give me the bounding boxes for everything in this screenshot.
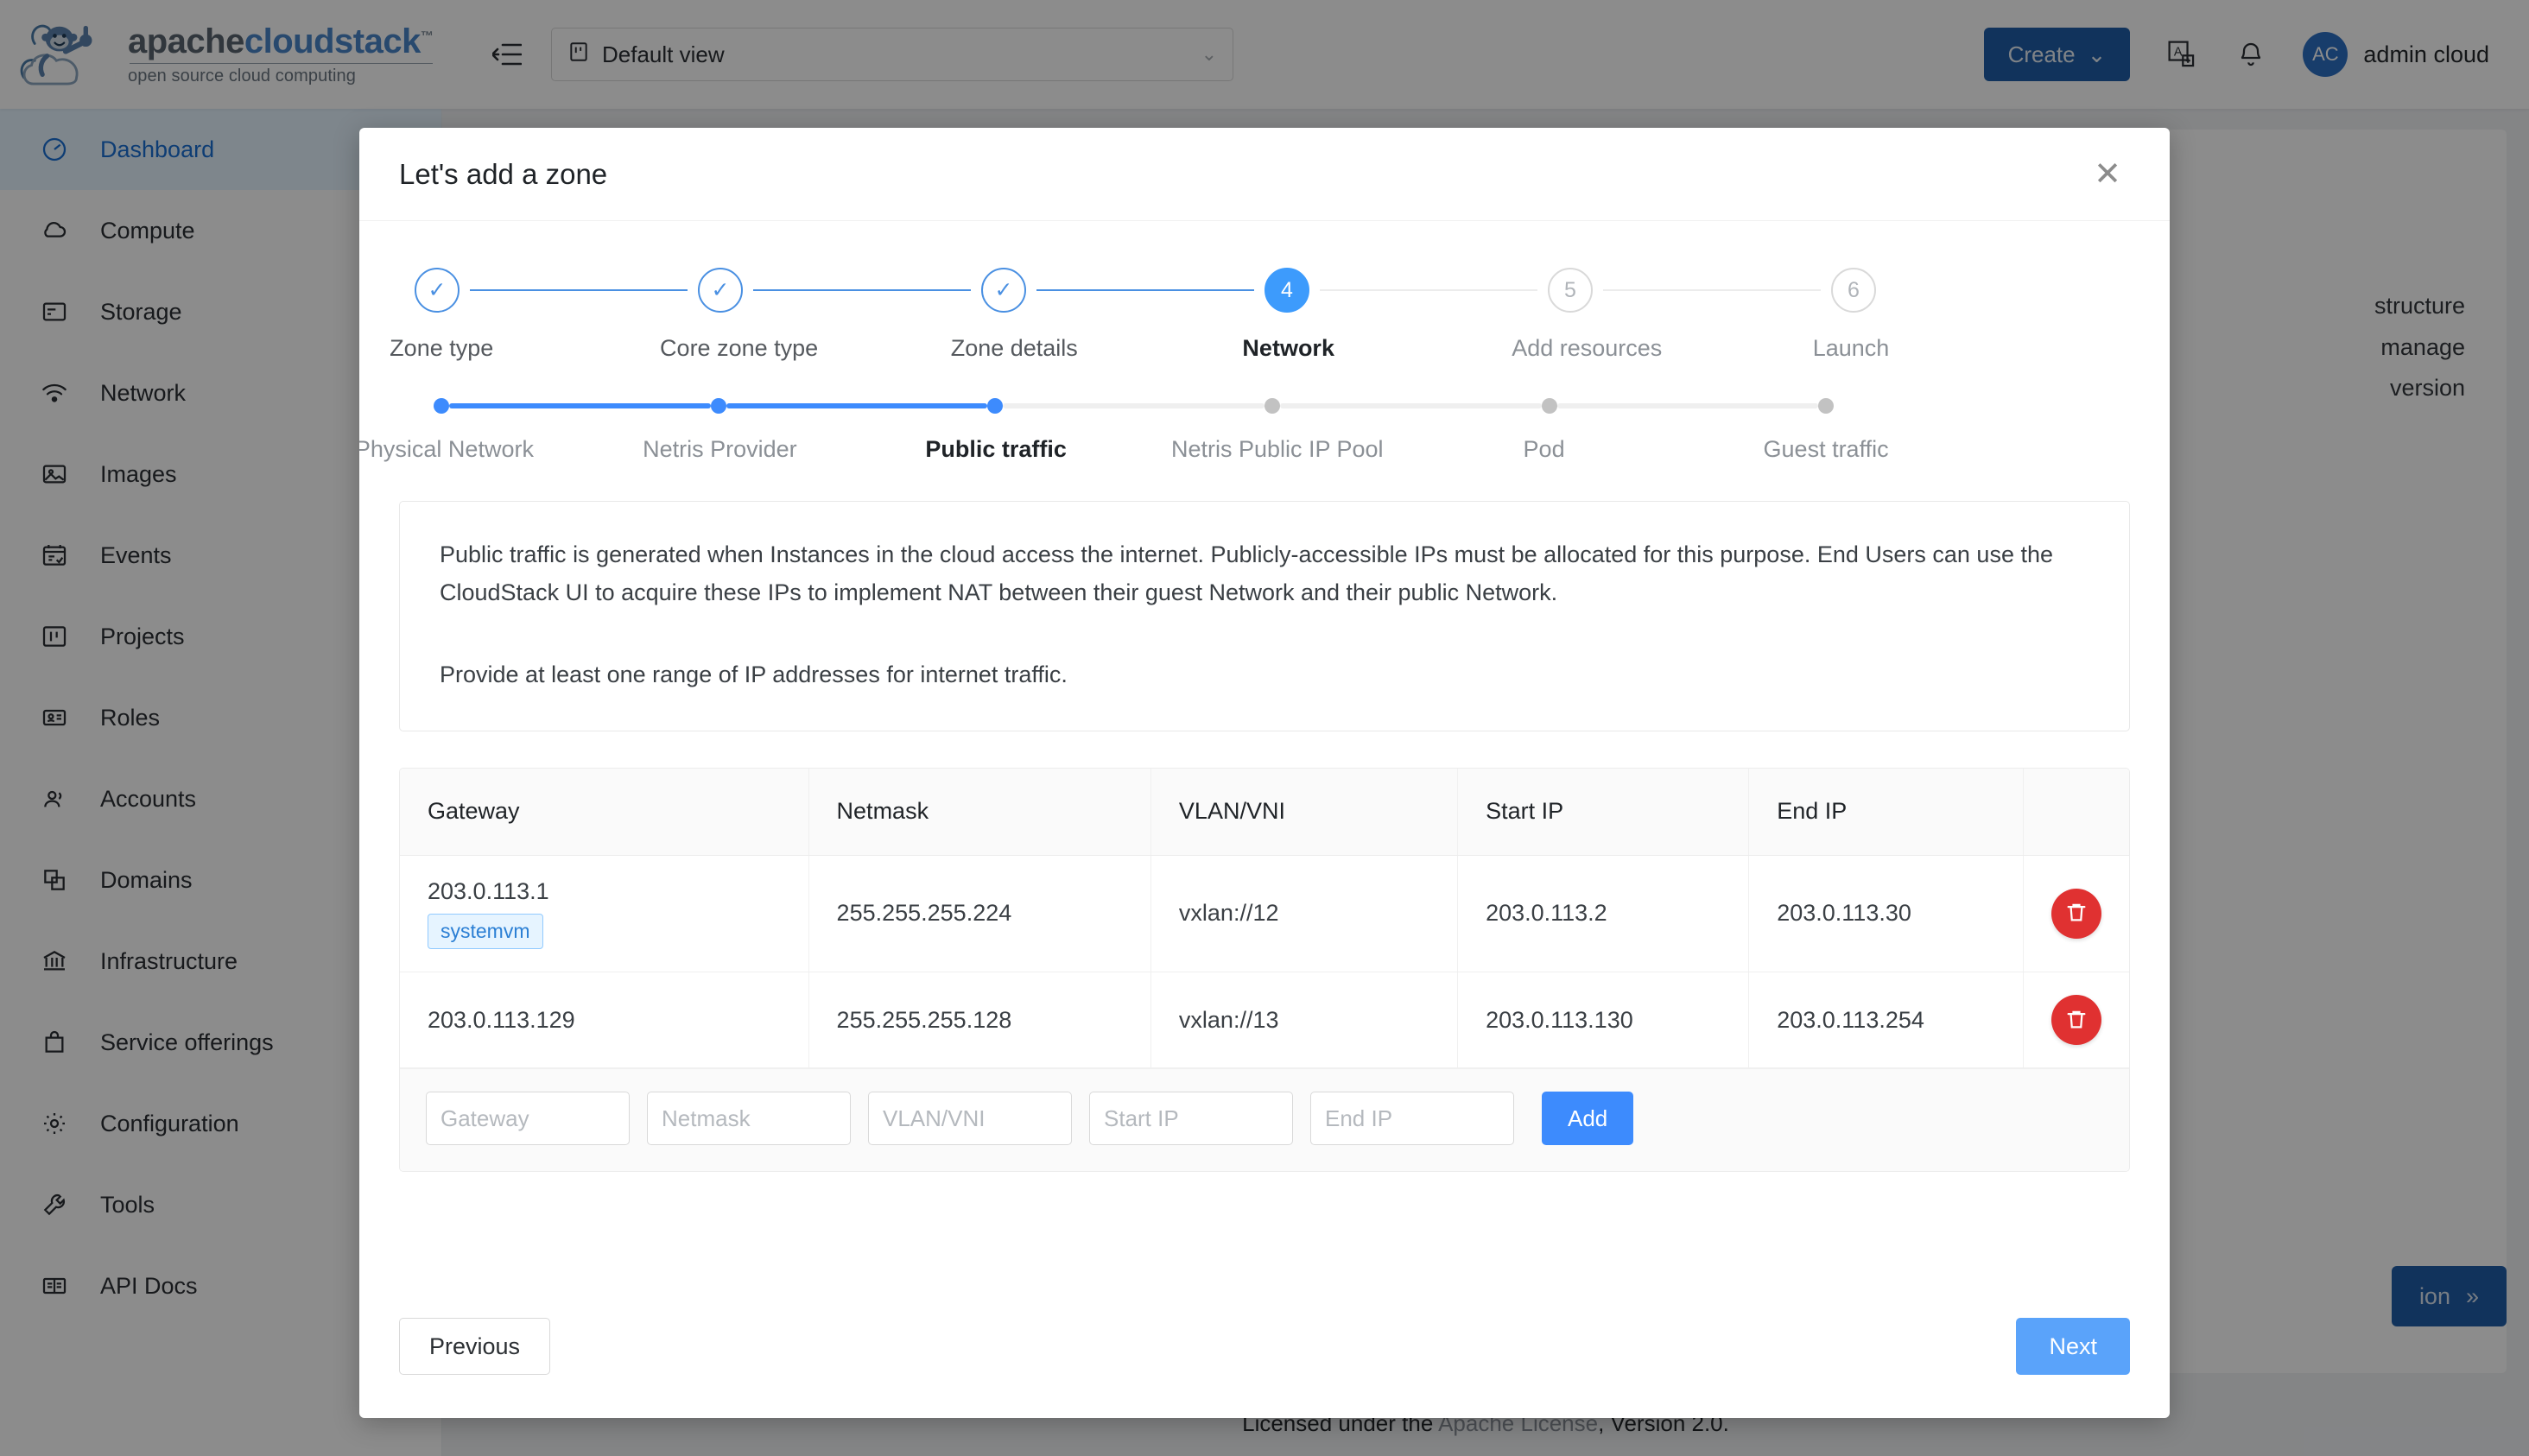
cell-end-ip: 203.0.113.30 bbox=[1749, 855, 2024, 972]
cell-netmask: 255.255.255.224 bbox=[808, 855, 1150, 972]
table-header-row: Gateway Netmask VLAN/VNI Start IP End IP bbox=[400, 769, 2129, 855]
gateway-input[interactable] bbox=[426, 1092, 630, 1145]
cell-actions bbox=[2023, 972, 2129, 1068]
substep-connector bbox=[1280, 403, 1542, 408]
close-icon[interactable]: ✕ bbox=[2085, 152, 2130, 197]
cell-vlan: vxlan://12 bbox=[1150, 855, 1457, 972]
modal-body: ✓ Zone type ✓ Core zone type ✓ Zone deta… bbox=[359, 221, 2170, 1269]
network-substepper: Physical Network Netris Provider Public … bbox=[399, 398, 2130, 463]
cell-gateway: 203.0.113.1 systemvm bbox=[400, 855, 808, 972]
trash-icon bbox=[2064, 900, 2088, 927]
wizard-stepper: ✓ Zone type ✓ Core zone type ✓ Zone deta… bbox=[399, 268, 2130, 362]
wizard-step-zone-type[interactable]: ✓ Zone type bbox=[415, 268, 698, 362]
cell-vlan: vxlan://13 bbox=[1150, 972, 1457, 1068]
wizard-step-label: Network bbox=[1242, 335, 1334, 362]
step-connector bbox=[1320, 289, 1537, 291]
wizard-step-launch[interactable]: 6 Launch bbox=[1831, 268, 2114, 362]
modal-header: Let's add a zone ✕ bbox=[359, 128, 2170, 221]
add-zone-modal: Let's add a zone ✕ ✓ Zone type ✓ Core zo… bbox=[359, 128, 2170, 1418]
step-check-icon: ✓ bbox=[698, 268, 743, 313]
substep-dot-icon bbox=[1264, 398, 1280, 414]
add-range-form: Add bbox=[400, 1068, 2129, 1171]
delete-row-button[interactable] bbox=[2051, 995, 2101, 1045]
description-panel: Public traffic is generated when Instanc… bbox=[399, 501, 2130, 731]
column-header-vlan: VLAN/VNI bbox=[1150, 769, 1457, 855]
substep-label: Netris Public IP Pool bbox=[1171, 436, 1384, 463]
substep-connector bbox=[1557, 403, 1819, 408]
wizard-step-add-resources[interactable]: 5 Add resources bbox=[1548, 268, 1831, 362]
cell-start-ip: 203.0.113.130 bbox=[1458, 972, 1749, 1068]
gateway-value: 203.0.113.1 bbox=[428, 878, 549, 905]
step-connector bbox=[1603, 289, 1821, 291]
step-number: 6 bbox=[1831, 268, 1876, 313]
wizard-step-zone-details[interactable]: ✓ Zone details bbox=[981, 268, 1264, 362]
substep-label: Netris Provider bbox=[643, 436, 797, 463]
column-header-gateway: Gateway bbox=[400, 769, 808, 855]
cell-end-ip: 203.0.113.254 bbox=[1749, 972, 2024, 1068]
step-connector bbox=[470, 289, 688, 291]
column-header-netmask: Netmask bbox=[808, 769, 1150, 855]
substep-label: Public traffic bbox=[925, 436, 1067, 463]
netmask-input[interactable] bbox=[647, 1092, 851, 1145]
substep-label: Guest traffic bbox=[1764, 436, 1889, 463]
trash-icon bbox=[2064, 1007, 2088, 1034]
substep-dot-icon bbox=[987, 398, 1003, 414]
cell-gateway: 203.0.113.129 bbox=[400, 972, 808, 1068]
substep-netris-public-ip-pool[interactable]: Netris Public IP Pool bbox=[1264, 398, 1542, 463]
step-number: 5 bbox=[1548, 268, 1593, 313]
wizard-step-label: Zone type bbox=[390, 335, 493, 362]
substep-connector bbox=[1003, 403, 1264, 408]
cell-start-ip: 203.0.113.2 bbox=[1458, 855, 1749, 972]
public-traffic-table-wrapper: Gateway Netmask VLAN/VNI Start IP End IP… bbox=[399, 768, 2130, 1172]
next-button[interactable]: Next bbox=[2016, 1318, 2130, 1375]
table-body: 203.0.113.1 systemvm 255.255.255.224 vxl… bbox=[400, 855, 2129, 1067]
description-paragraph-2: Provide at least one range of IP address… bbox=[440, 656, 2089, 694]
wizard-step-label: Launch bbox=[1813, 335, 1890, 362]
wizard-step-label: Core zone type bbox=[660, 335, 818, 362]
substep-dot-icon bbox=[711, 398, 726, 414]
wizard-step-label: Add resources bbox=[1512, 335, 1662, 362]
step-number: 4 bbox=[1264, 268, 1309, 313]
substep-dot-icon bbox=[1542, 398, 1557, 414]
substep-guest-traffic[interactable]: Guest traffic bbox=[1818, 398, 2095, 463]
cell-actions bbox=[2023, 855, 2129, 972]
wizard-step-label: Zone details bbox=[951, 335, 1078, 362]
step-check-icon: ✓ bbox=[981, 268, 1026, 313]
step-check-icon: ✓ bbox=[415, 268, 460, 313]
column-header-start-ip: Start IP bbox=[1458, 769, 1749, 855]
start-ip-input[interactable] bbox=[1089, 1092, 1293, 1145]
public-traffic-table: Gateway Netmask VLAN/VNI Start IP End IP… bbox=[400, 769, 2129, 1068]
previous-button[interactable]: Previous bbox=[399, 1318, 550, 1375]
substep-label: Pod bbox=[1524, 436, 1565, 463]
column-header-actions bbox=[2023, 769, 2129, 855]
add-button[interactable]: Add bbox=[1542, 1092, 1633, 1145]
substep-connector bbox=[449, 403, 711, 408]
end-ip-input[interactable] bbox=[1310, 1092, 1514, 1145]
substep-label: Physical Network bbox=[359, 436, 534, 463]
delete-row-button[interactable] bbox=[2051, 889, 2101, 939]
table-row: 203.0.113.129 255.255.255.128 vxlan://13… bbox=[400, 972, 2129, 1068]
wizard-step-core-zone-type[interactable]: ✓ Core zone type bbox=[698, 268, 981, 362]
systemvm-tag: systemvm bbox=[428, 914, 543, 949]
description-paragraph-1: Public traffic is generated when Instanc… bbox=[440, 536, 2089, 611]
substep-dot-icon bbox=[434, 398, 449, 414]
substep-connector bbox=[726, 403, 988, 408]
table-row: 203.0.113.1 systemvm 255.255.255.224 vxl… bbox=[400, 855, 2129, 972]
modal-title: Let's add a zone bbox=[399, 158, 607, 191]
step-connector bbox=[753, 289, 971, 291]
column-header-end-ip: End IP bbox=[1749, 769, 2024, 855]
cell-netmask: 255.255.255.128 bbox=[808, 972, 1150, 1068]
table-header: Gateway Netmask VLAN/VNI Start IP End IP bbox=[400, 769, 2129, 855]
modal-footer: Previous Next bbox=[359, 1318, 2170, 1418]
vlan-input[interactable] bbox=[868, 1092, 1072, 1145]
substep-dot-icon bbox=[1818, 398, 1834, 414]
step-connector bbox=[1036, 289, 1254, 291]
wizard-step-network[interactable]: 4 Network bbox=[1264, 268, 1548, 362]
